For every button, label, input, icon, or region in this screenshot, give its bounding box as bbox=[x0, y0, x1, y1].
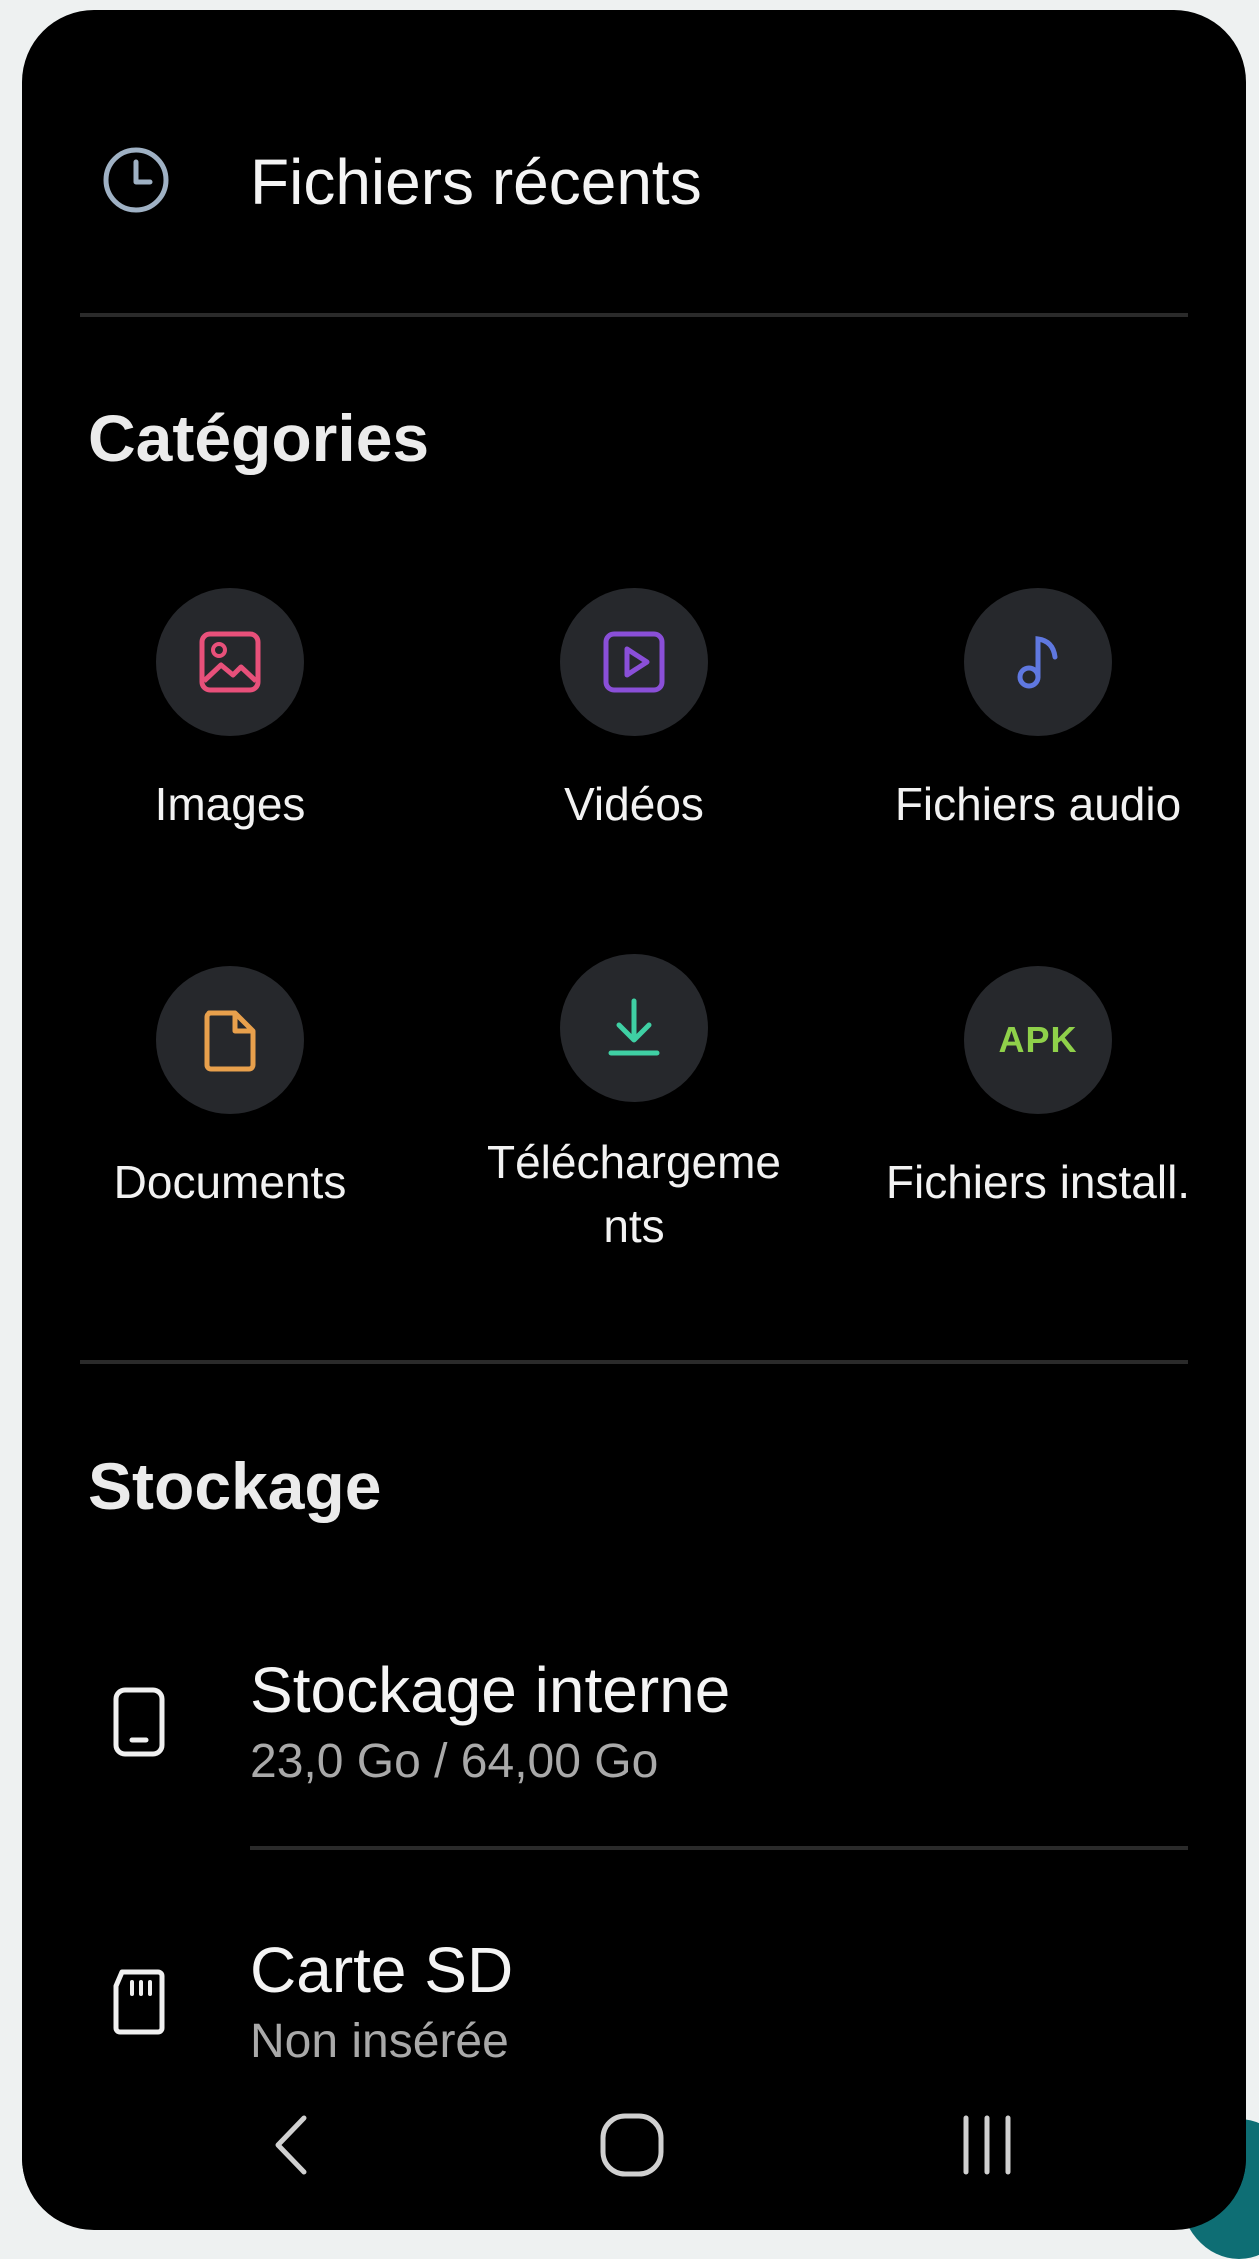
category-label: Vidéos bbox=[564, 778, 704, 830]
category-label: Téléchargeme nts bbox=[486, 1136, 782, 1252]
category-label: Fichiers audio bbox=[894, 778, 1182, 830]
music-note-icon bbox=[1017, 636, 1058, 689]
storage-internal-title: Stockage interne bbox=[250, 1654, 731, 1726]
category-label: Documents bbox=[113, 1156, 347, 1208]
category-videos[interactable]: Vidéos bbox=[432, 588, 836, 836]
category-icon-circle bbox=[156, 966, 304, 1114]
storage-internal-row[interactable]: Stockage interne 23,0 Go / 64,00 Go bbox=[22, 1630, 1246, 1800]
phone-icon bbox=[113, 1687, 165, 1757]
category-audio[interactable]: Fichiers audio bbox=[836, 588, 1240, 836]
category-icon-circle bbox=[560, 954, 708, 1102]
storage-sd-row[interactable]: Carte SD Non insérée bbox=[22, 1910, 1246, 2080]
video-icon bbox=[603, 631, 665, 693]
download-icon bbox=[608, 998, 660, 1056]
storage-sd-title: Carte SD bbox=[250, 1934, 514, 2006]
category-icon-circle bbox=[964, 588, 1112, 736]
category-label: Fichiers install. bbox=[885, 1156, 1191, 1208]
recent-apps-icon[interactable] bbox=[952, 2110, 1022, 2180]
recent-files-label: Fichiers récents bbox=[250, 146, 702, 218]
storage-internal-usage: 23,0 Go / 64,00 Go bbox=[250, 1735, 659, 1788]
category-icon-circle bbox=[156, 588, 304, 736]
categories-title: Catégories bbox=[88, 401, 430, 475]
phone-screen: Fichiers récents Catégories Images Vidéo… bbox=[22, 10, 1246, 2230]
category-label: Images bbox=[154, 778, 306, 830]
divider bbox=[80, 1360, 1188, 1364]
storage-title: Stockage bbox=[88, 1449, 382, 1523]
category-downloads[interactable]: Téléchargeme nts bbox=[432, 954, 836, 1258]
category-icon-circle bbox=[560, 588, 708, 736]
recent-files-row[interactable]: Fichiers récents bbox=[22, 110, 1246, 260]
document-icon bbox=[204, 1010, 256, 1072]
home-icon[interactable] bbox=[597, 2110, 667, 2180]
apk-icon: APK bbox=[998, 1019, 1078, 1060]
back-chevron-icon[interactable] bbox=[262, 2110, 322, 2180]
category-images[interactable]: Images bbox=[28, 588, 432, 836]
storage-sd-status: Non insérée bbox=[250, 2015, 509, 2068]
clock-icon bbox=[103, 147, 169, 213]
divider bbox=[250, 1846, 1188, 1850]
navigation-bar bbox=[22, 2070, 1246, 2220]
sd-card-icon bbox=[113, 1969, 165, 2035]
divider bbox=[80, 313, 1188, 317]
image-icon bbox=[199, 631, 261, 693]
category-apk[interactable]: APK Fichiers install. bbox=[836, 966, 1240, 1214]
category-icon-circle: APK bbox=[964, 966, 1112, 1114]
category-documents[interactable]: Documents bbox=[28, 966, 432, 1214]
